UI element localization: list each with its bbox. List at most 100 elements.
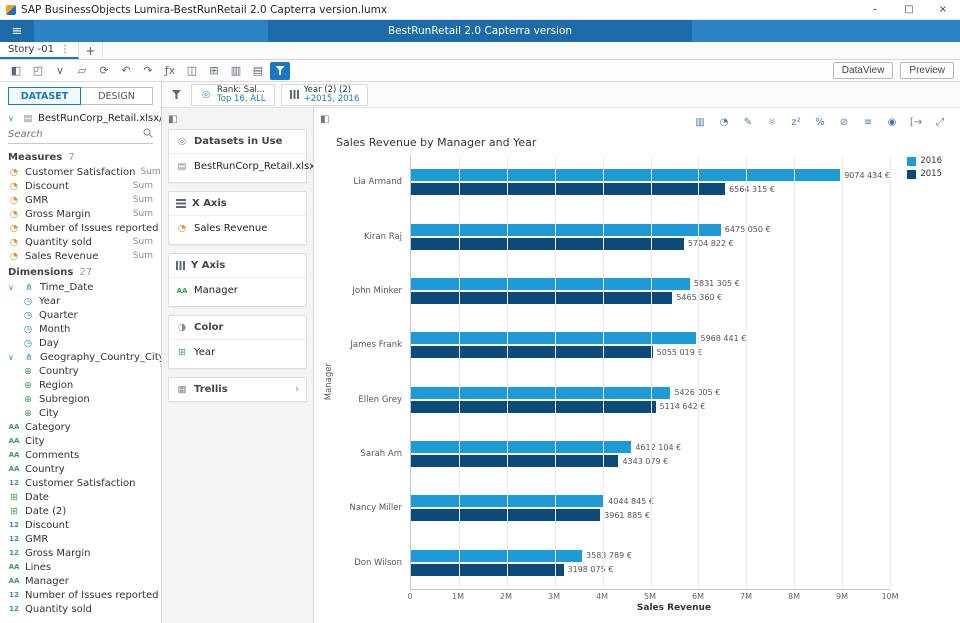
dimension-row[interactable]: 12Customer Satisfaction [0, 476, 161, 490]
measure-row[interactable]: ◔Customer SatisfactionSum [0, 165, 161, 179]
sigma-button[interactable]: z² [786, 113, 806, 131]
add-story-button[interactable]: + [79, 42, 103, 59]
redo-button[interactable]: ↷ [138, 62, 158, 80]
add-filter-button[interactable] [168, 88, 185, 101]
tab-design[interactable]: DESIGN [81, 87, 153, 105]
measure-row[interactable]: ◔Sales RevenueSum [0, 249, 161, 263]
dimension-row[interactable]: 12Number of Issues reported [0, 588, 161, 602]
chart-type-button[interactable]: ▥ [690, 113, 710, 131]
search-icon[interactable] [143, 128, 153, 141]
preview-button[interactable]: Preview [900, 62, 954, 79]
dimension-row[interactable]: AAManager [0, 574, 161, 588]
insight-button[interactable]: ☼ [762, 113, 782, 131]
dimension-row[interactable]: 12Discount [0, 518, 161, 532]
bar-2015[interactable] [410, 455, 618, 467]
dimension-row[interactable]: ◷Year [0, 294, 161, 308]
minimize-button[interactable]: – [858, 0, 892, 19]
tab-menu-icon[interactable]: ⋮ [60, 44, 70, 55]
bar-2016[interactable] [410, 332, 696, 344]
dimension-row[interactable]: AACountry [0, 462, 161, 476]
maximize-button[interactable]: □ [892, 0, 926, 19]
insert-table-button[interactable]: ⊞ [204, 62, 224, 80]
filter-chip[interactable]: Year (2) (2)+2015, 2016 [281, 84, 369, 106]
bar-2015[interactable] [410, 346, 653, 358]
dimension-row[interactable]: ⊞Date (2) [0, 504, 161, 518]
bar-2015[interactable] [410, 564, 564, 576]
bar-2015[interactable] [410, 509, 600, 521]
bar-2016[interactable] [410, 169, 840, 181]
dimension-row[interactable]: AACity [0, 434, 161, 448]
dimension-row[interactable]: 12Quantity sold [0, 602, 161, 616]
dimension-row[interactable]: 12Gross Margin [0, 546, 161, 560]
trellis-header[interactable]: ▦ Trellis › [169, 378, 306, 401]
bar-2016[interactable] [410, 441, 631, 453]
dataset-selector[interactable]: ∨ ▤ BestRunCorp_Retail.xlsx/Sheet1 [0, 111, 161, 126]
insert-chart-button[interactable]: ◫ [182, 62, 202, 80]
dimension-row[interactable]: ∨⋔Time_Date [0, 280, 161, 294]
dimension-row[interactable]: ⊕Country [0, 364, 161, 378]
dimension-row[interactable]: ⊕City [0, 406, 161, 420]
refresh-button[interactable]: ⟳ [94, 62, 114, 80]
chart-body: Manager Lia Armand9074 434 €6564 315 €Ki… [324, 155, 950, 617]
dimension-row[interactable]: AAComments [0, 448, 161, 462]
dimension-row[interactable]: ⊕Region [0, 378, 161, 392]
bar-2015[interactable] [410, 238, 684, 250]
search-input[interactable] [8, 129, 143, 140]
measure-row[interactable]: ◔Quantity soldSum [0, 235, 161, 249]
export-button[interactable]: [→ [906, 113, 926, 131]
measure-row[interactable]: ◔GMRSum [0, 193, 161, 207]
clear-button[interactable]: ⊘ [834, 113, 854, 131]
dimension-row[interactable]: AACategory [0, 420, 161, 434]
save-button[interactable]: ◰ [28, 62, 48, 80]
maximize-button[interactable]: ⤢ [930, 113, 950, 131]
dimension-row[interactable]: ◷Day [0, 336, 161, 350]
dataview-button[interactable]: DataView [833, 62, 894, 79]
measure-row[interactable]: ◔DiscountSum [0, 179, 161, 193]
dimension-row[interactable]: 12GMR [0, 532, 161, 546]
caret-down-button[interactable]: ∨ [50, 62, 70, 80]
dimension-row[interactable]: ⊞Date [0, 490, 161, 504]
panel-toggle-button[interactable]: ◧ [6, 62, 26, 80]
color-field[interactable]: ⊞ Year [169, 340, 306, 368]
bar-2016[interactable] [410, 495, 604, 507]
close-button[interactable]: × [926, 0, 960, 19]
palette-button[interactable]: ◔ [714, 113, 734, 131]
dimension-row[interactable]: ◷Quarter [0, 308, 161, 322]
x-axis-field[interactable]: ◔ Sales Revenue [169, 216, 306, 244]
chart-toolbar: ▥◔✎☼z²%⊘≡◉[→⤢ [324, 112, 950, 132]
y-axis-field[interactable]: AA Manager [169, 278, 306, 306]
bar-2016[interactable] [410, 278, 690, 290]
duplicate-button[interactable]: ▱ [72, 62, 92, 80]
filter-chip[interactable]: ◎Rank: Sal...Top 16, ALL [191, 84, 275, 106]
expander-icon[interactable]: ∨ [8, 353, 18, 362]
sidebar-tabs: DATASET DESIGN [8, 87, 153, 105]
expander-icon[interactable]: ∨ [8, 283, 18, 292]
rank-button[interactable]: ≡ [858, 113, 878, 131]
formula-button[interactable]: ƒx [160, 62, 180, 80]
tab-story-01[interactable]: Story -01 ⋮ [0, 42, 79, 59]
edit-button[interactable]: ✎ [738, 113, 758, 131]
dimension-row[interactable]: AALines [0, 560, 161, 574]
filter-button[interactable] [270, 62, 290, 80]
hamburger-menu-icon[interactable]: ≡ [0, 20, 34, 42]
percent-button[interactable]: % [810, 113, 830, 131]
collapse-builder-icon[interactable]: ◧ [168, 114, 177, 125]
bar-2015[interactable] [410, 401, 656, 413]
dataset-in-use-item[interactable]: ▤ BestRunCorp_Retail.xlsx... [169, 154, 306, 182]
insert-columns-button[interactable]: ▥ [226, 62, 246, 80]
bar-2016[interactable] [410, 224, 721, 236]
bar-2016[interactable] [410, 550, 582, 562]
dimension-row[interactable]: ◷Month [0, 322, 161, 336]
insert-text-button[interactable]: ▤ [248, 62, 268, 80]
measure-row[interactable]: ◔Number of Issues reportedSum [0, 221, 161, 235]
collapse-chart-panel-icon[interactable]: ◧ [320, 114, 329, 125]
bar-2015[interactable] [410, 292, 672, 304]
bar-2015[interactable] [410, 183, 725, 195]
eye-button[interactable]: ◉ [882, 113, 902, 131]
bar-2016[interactable] [410, 387, 670, 399]
tab-dataset[interactable]: DATASET [8, 87, 81, 105]
undo-button[interactable]: ↶ [116, 62, 136, 80]
dimension-row[interactable]: ∨⋔Geography_Country_City [0, 350, 161, 364]
dimension-row[interactable]: ⊕Subregion [0, 392, 161, 406]
measure-row[interactable]: ◔Gross MarginSum [0, 207, 161, 221]
